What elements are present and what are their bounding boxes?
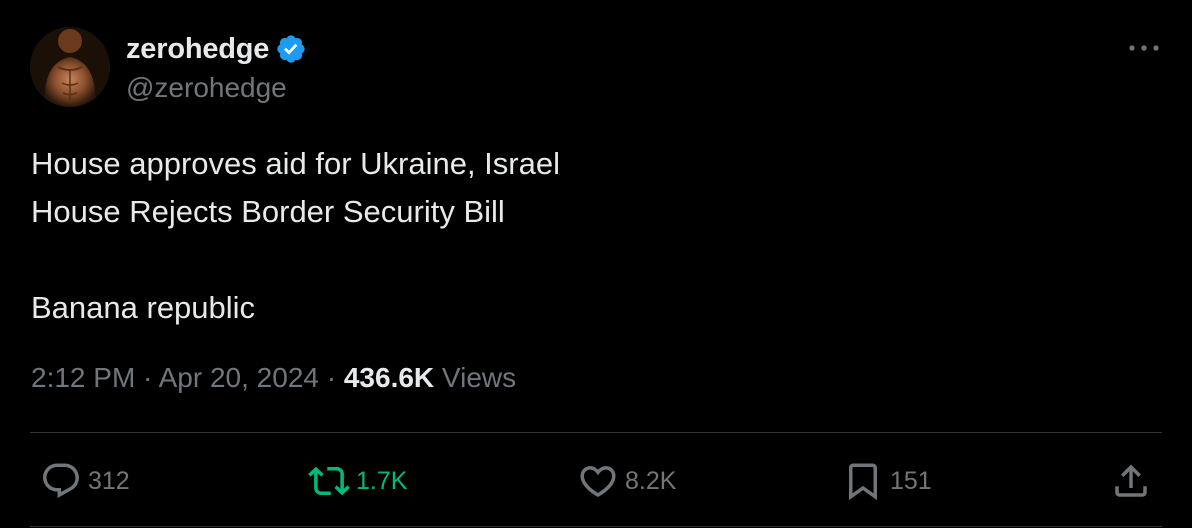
tweet-text-line: House Rejects Border Security Bill <box>31 194 505 229</box>
divider <box>30 526 1162 527</box>
reply-button[interactable]: 312 <box>40 458 130 504</box>
retweet-icon <box>308 466 350 496</box>
more-options-icon[interactable] <box>1124 34 1164 62</box>
tweet-date[interactable]: Apr 20, 2024 <box>159 362 319 393</box>
tweet-text: House approves aid for Ukraine, Israel H… <box>31 140 1151 332</box>
avatar[interactable] <box>30 27 110 107</box>
divider <box>30 432 1162 433</box>
bookmark-icon <box>849 463 877 501</box>
author-display-name[interactable]: zerohedge <box>126 33 269 66</box>
author-handle[interactable]: @zerohedge <box>126 72 287 104</box>
tweet-card: zerohedge @zerohedge House approves aid … <box>0 0 1192 528</box>
tweet-time[interactable]: 2:12 PM <box>31 362 135 393</box>
share-button[interactable] <box>1110 458 1152 504</box>
share-icon <box>1115 464 1147 497</box>
tweet-text-line: Banana republic <box>31 290 256 325</box>
meta-separator: · <box>318 362 344 393</box>
retweet-count: 1.7K <box>356 466 408 495</box>
reply-icon <box>43 463 79 498</box>
views-count[interactable]: 436.6K <box>344 362 434 393</box>
retweet-button[interactable]: 1.7K <box>308 458 407 504</box>
tweet-text-line <box>31 236 1151 284</box>
tweet-meta: 2:12 PM · Apr 20, 2024 · 436.6K Views <box>31 362 516 394</box>
bookmark-button[interactable]: 151 <box>842 458 932 504</box>
like-count: 8.2K <box>625 466 677 495</box>
views-label: Views <box>434 362 517 393</box>
bookmark-count: 151 <box>890 466 932 495</box>
author-name-row: zerohedge <box>126 30 307 68</box>
meta-separator: · <box>135 362 159 393</box>
tweet-text-line: House approves aid for Ukraine, Israel <box>31 146 560 181</box>
reply-count: 312 <box>88 466 130 495</box>
heart-icon <box>580 466 616 498</box>
verified-badge-icon[interactable] <box>275 33 307 65</box>
like-button[interactable]: 8.2K <box>577 458 676 504</box>
